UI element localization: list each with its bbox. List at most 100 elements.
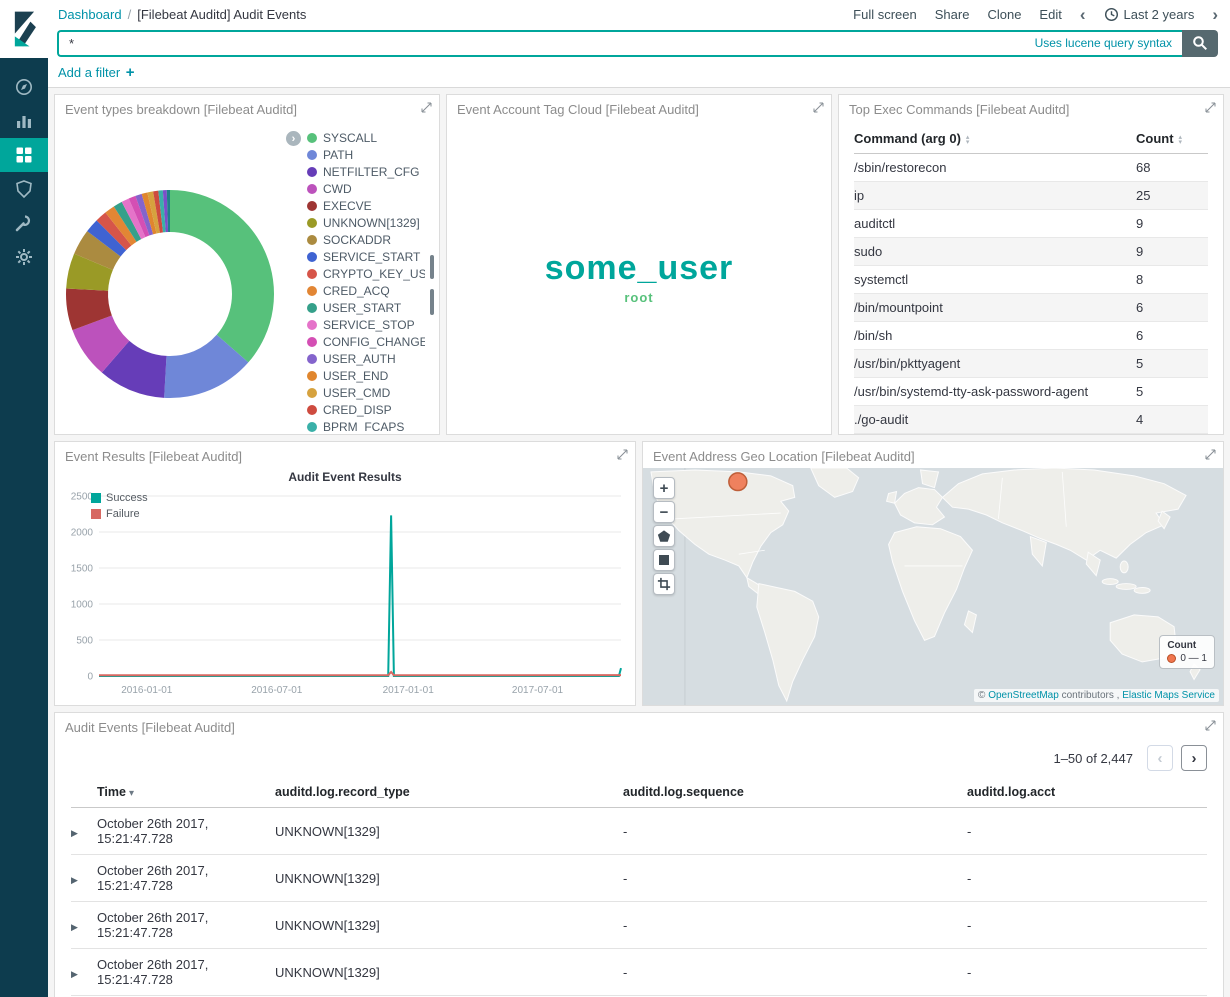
legend-item[interactable]: USER_AUTH <box>307 350 425 367</box>
sequence-cell: - <box>623 855 967 902</box>
panel-title: Event types breakdown [Filebeat Auditd] <box>55 95 439 121</box>
column-header-record-type[interactable]: auditd.log.record_type <box>275 777 623 808</box>
expand-panel-icon[interactable] <box>1205 449 1216 460</box>
expand-panel-icon[interactable] <box>813 102 824 113</box>
sidebar-item-visualize[interactable] <box>0 104 48 138</box>
line-legend-item[interactable]: Success <box>91 490 148 506</box>
command-row: /usr/bin/systemd-tty-ask-password-agent5 <box>854 378 1208 406</box>
audit-event-row: ▶October 26th 2017, 15:21:47.728UNKNOWN[… <box>71 855 1207 902</box>
legend-item[interactable]: SYSCALL <box>307 129 425 146</box>
record-type-cell: UNKNOWN[1329] <box>275 949 623 996</box>
column-header-sequence[interactable]: auditd.log.sequence <box>623 777 967 808</box>
legend-item[interactable]: SERVICE_START <box>307 248 425 265</box>
legend-swatch <box>307 320 317 330</box>
topbar-actions: Full screen Share Clone Edit ‹ Last 2 ye… <box>853 6 1218 23</box>
openstreetmap-link[interactable]: OpenStreetMap <box>988 690 1059 701</box>
legend-item[interactable]: SERVICE_STOP <box>307 316 425 333</box>
expand-row-icon[interactable]: ▶ <box>71 828 78 838</box>
expand-panel-icon[interactable] <box>1205 720 1216 731</box>
sidebar-item-dev-tools[interactable] <box>0 206 48 240</box>
legend-item[interactable]: EXECVE <box>307 197 425 214</box>
legend-item[interactable]: CRYPTO_KEY_USER <box>307 265 425 282</box>
command-row: /sbin/restorecon68 <box>854 154 1208 182</box>
elastic-maps-service-link[interactable]: Elastic Maps Service <box>1122 690 1215 701</box>
legend-label: UNKNOWN[1329] <box>323 216 420 230</box>
draw-polygon-button[interactable] <box>653 525 675 547</box>
legend-item[interactable]: USER_START <box>307 299 425 316</box>
sidebar-item-timelion[interactable] <box>0 172 48 206</box>
sidebar-item-management[interactable] <box>0 240 48 274</box>
column-header-acct[interactable]: auditd.log.acct <box>967 777 1207 808</box>
breadcrumb: Dashboard / [Filebeat Auditd] Audit Even… <box>58 7 853 22</box>
world-map[interactable]: + − Count 0 — 1 © OpenStreetMap contribu… <box>643 468 1223 705</box>
panel-geo-location: Event Address Geo Location [Filebeat Aud… <box>642 441 1224 706</box>
record-type-cell: UNKNOWN[1329] <box>275 902 623 949</box>
expand-panel-icon[interactable] <box>1205 102 1216 113</box>
zoom-out-button[interactable]: − <box>653 501 675 523</box>
expand-row-icon[interactable]: ▶ <box>71 922 78 932</box>
legend-swatch <box>307 218 317 228</box>
legend-item[interactable]: SOCKADDR <box>307 231 425 248</box>
legend-label: USER_END <box>323 369 388 383</box>
legend-item[interactable]: PATH <box>307 146 425 163</box>
column-header-count[interactable]: Count▴▾ <box>1136 123 1208 154</box>
zoom-in-button[interactable]: + <box>653 477 675 499</box>
search-button[interactable] <box>1182 30 1218 57</box>
add-filter-button[interactable]: Add a filter + <box>58 64 135 81</box>
expand-panel-icon[interactable] <box>617 449 628 460</box>
legend-item[interactable]: CONFIG_CHANGE <box>307 333 425 350</box>
full-screen-button[interactable]: Full screen <box>853 7 917 22</box>
dashboard-grid: Event types breakdown [Filebeat Auditd] … <box>48 88 1230 997</box>
audit-event-row: ▶October 26th 2017, 15:21:47.728UNKNOWN[… <box>71 949 1207 996</box>
command-count-cell: 4 <box>1136 406 1208 434</box>
column-header-command[interactable]: Command (arg 0)▴▾ <box>854 123 1136 154</box>
legend-item[interactable]: USER_END <box>307 367 425 384</box>
geo-marker[interactable] <box>729 473 747 491</box>
legend-item[interactable]: CWD <box>307 180 425 197</box>
legend-label: CWD <box>323 182 352 196</box>
legend-item[interactable]: BPRM_FCAPS <box>307 418 425 432</box>
expand-row-icon[interactable]: ▶ <box>71 875 78 885</box>
expand-panel-icon[interactable] <box>421 102 432 113</box>
legend-toggle-icon[interactable]: › <box>286 131 301 146</box>
line-legend-item[interactable]: Failure <box>91 506 148 522</box>
legend-item[interactable]: CRED_ACQ <box>307 282 425 299</box>
legend-swatch <box>307 252 317 262</box>
legend-scrollbar[interactable] <box>430 255 434 279</box>
panel-title: Audit Events [Filebeat Auditd] <box>55 713 1223 739</box>
top-exec-table: Command (arg 0)▴▾ Count▴▾ /sbin/restorec… <box>854 123 1208 434</box>
column-header-time[interactable]: Time▾ <box>97 777 275 808</box>
search-input[interactable] <box>57 30 1182 57</box>
command-name-cell: auditctl <box>854 210 1136 238</box>
clone-button[interactable]: Clone <box>987 7 1021 22</box>
draw-rectangle-button[interactable] <box>653 549 675 571</box>
expand-row-icon[interactable]: ▶ <box>71 969 78 979</box>
legend-item[interactable]: UNKNOWN[1329] <box>307 214 425 231</box>
share-button[interactable]: Share <box>935 7 970 22</box>
tag-cloud-word[interactable]: some_user <box>545 251 734 285</box>
lucene-syntax-link[interactable]: Uses lucene query syntax <box>1035 36 1172 50</box>
plus-icon: + <box>126 64 135 81</box>
previous-page-button[interactable]: ‹ <box>1147 745 1173 771</box>
time-back-button[interactable]: ‹ <box>1080 6 1086 23</box>
legend-scrollbar[interactable] <box>430 289 434 315</box>
edit-button[interactable]: Edit <box>1039 7 1061 22</box>
record-type-cell: UNKNOWN[1329] <box>275 855 623 902</box>
legend-swatch <box>91 493 101 503</box>
sidebar-item-discover[interactable] <box>0 70 48 104</box>
breadcrumb-dashboard-link[interactable]: Dashboard <box>58 7 122 22</box>
legend-item[interactable]: USER_CMD <box>307 384 425 401</box>
donut-slice[interactable] <box>170 190 274 362</box>
next-page-button[interactable]: › <box>1181 745 1207 771</box>
time-picker[interactable]: Last 2 years <box>1104 7 1195 22</box>
kibana-logo[interactable] <box>0 0 48 58</box>
legend-item[interactable]: CRED_DISP <box>307 401 425 418</box>
legend-item[interactable]: NETFILTER_CFG <box>307 163 425 180</box>
panel-top-exec-commands: Top Exec Commands [Filebeat Auditd] Comm… <box>838 94 1224 435</box>
sidebar-item-dashboard[interactable] <box>0 138 48 172</box>
chart-title: Audit Event Results <box>55 470 635 484</box>
tag-cloud-word[interactable]: root <box>624 291 653 304</box>
time-forward-button[interactable]: › <box>1212 6 1218 23</box>
fit-bounds-button[interactable] <box>653 573 675 595</box>
command-name-cell: ip <box>854 182 1136 210</box>
